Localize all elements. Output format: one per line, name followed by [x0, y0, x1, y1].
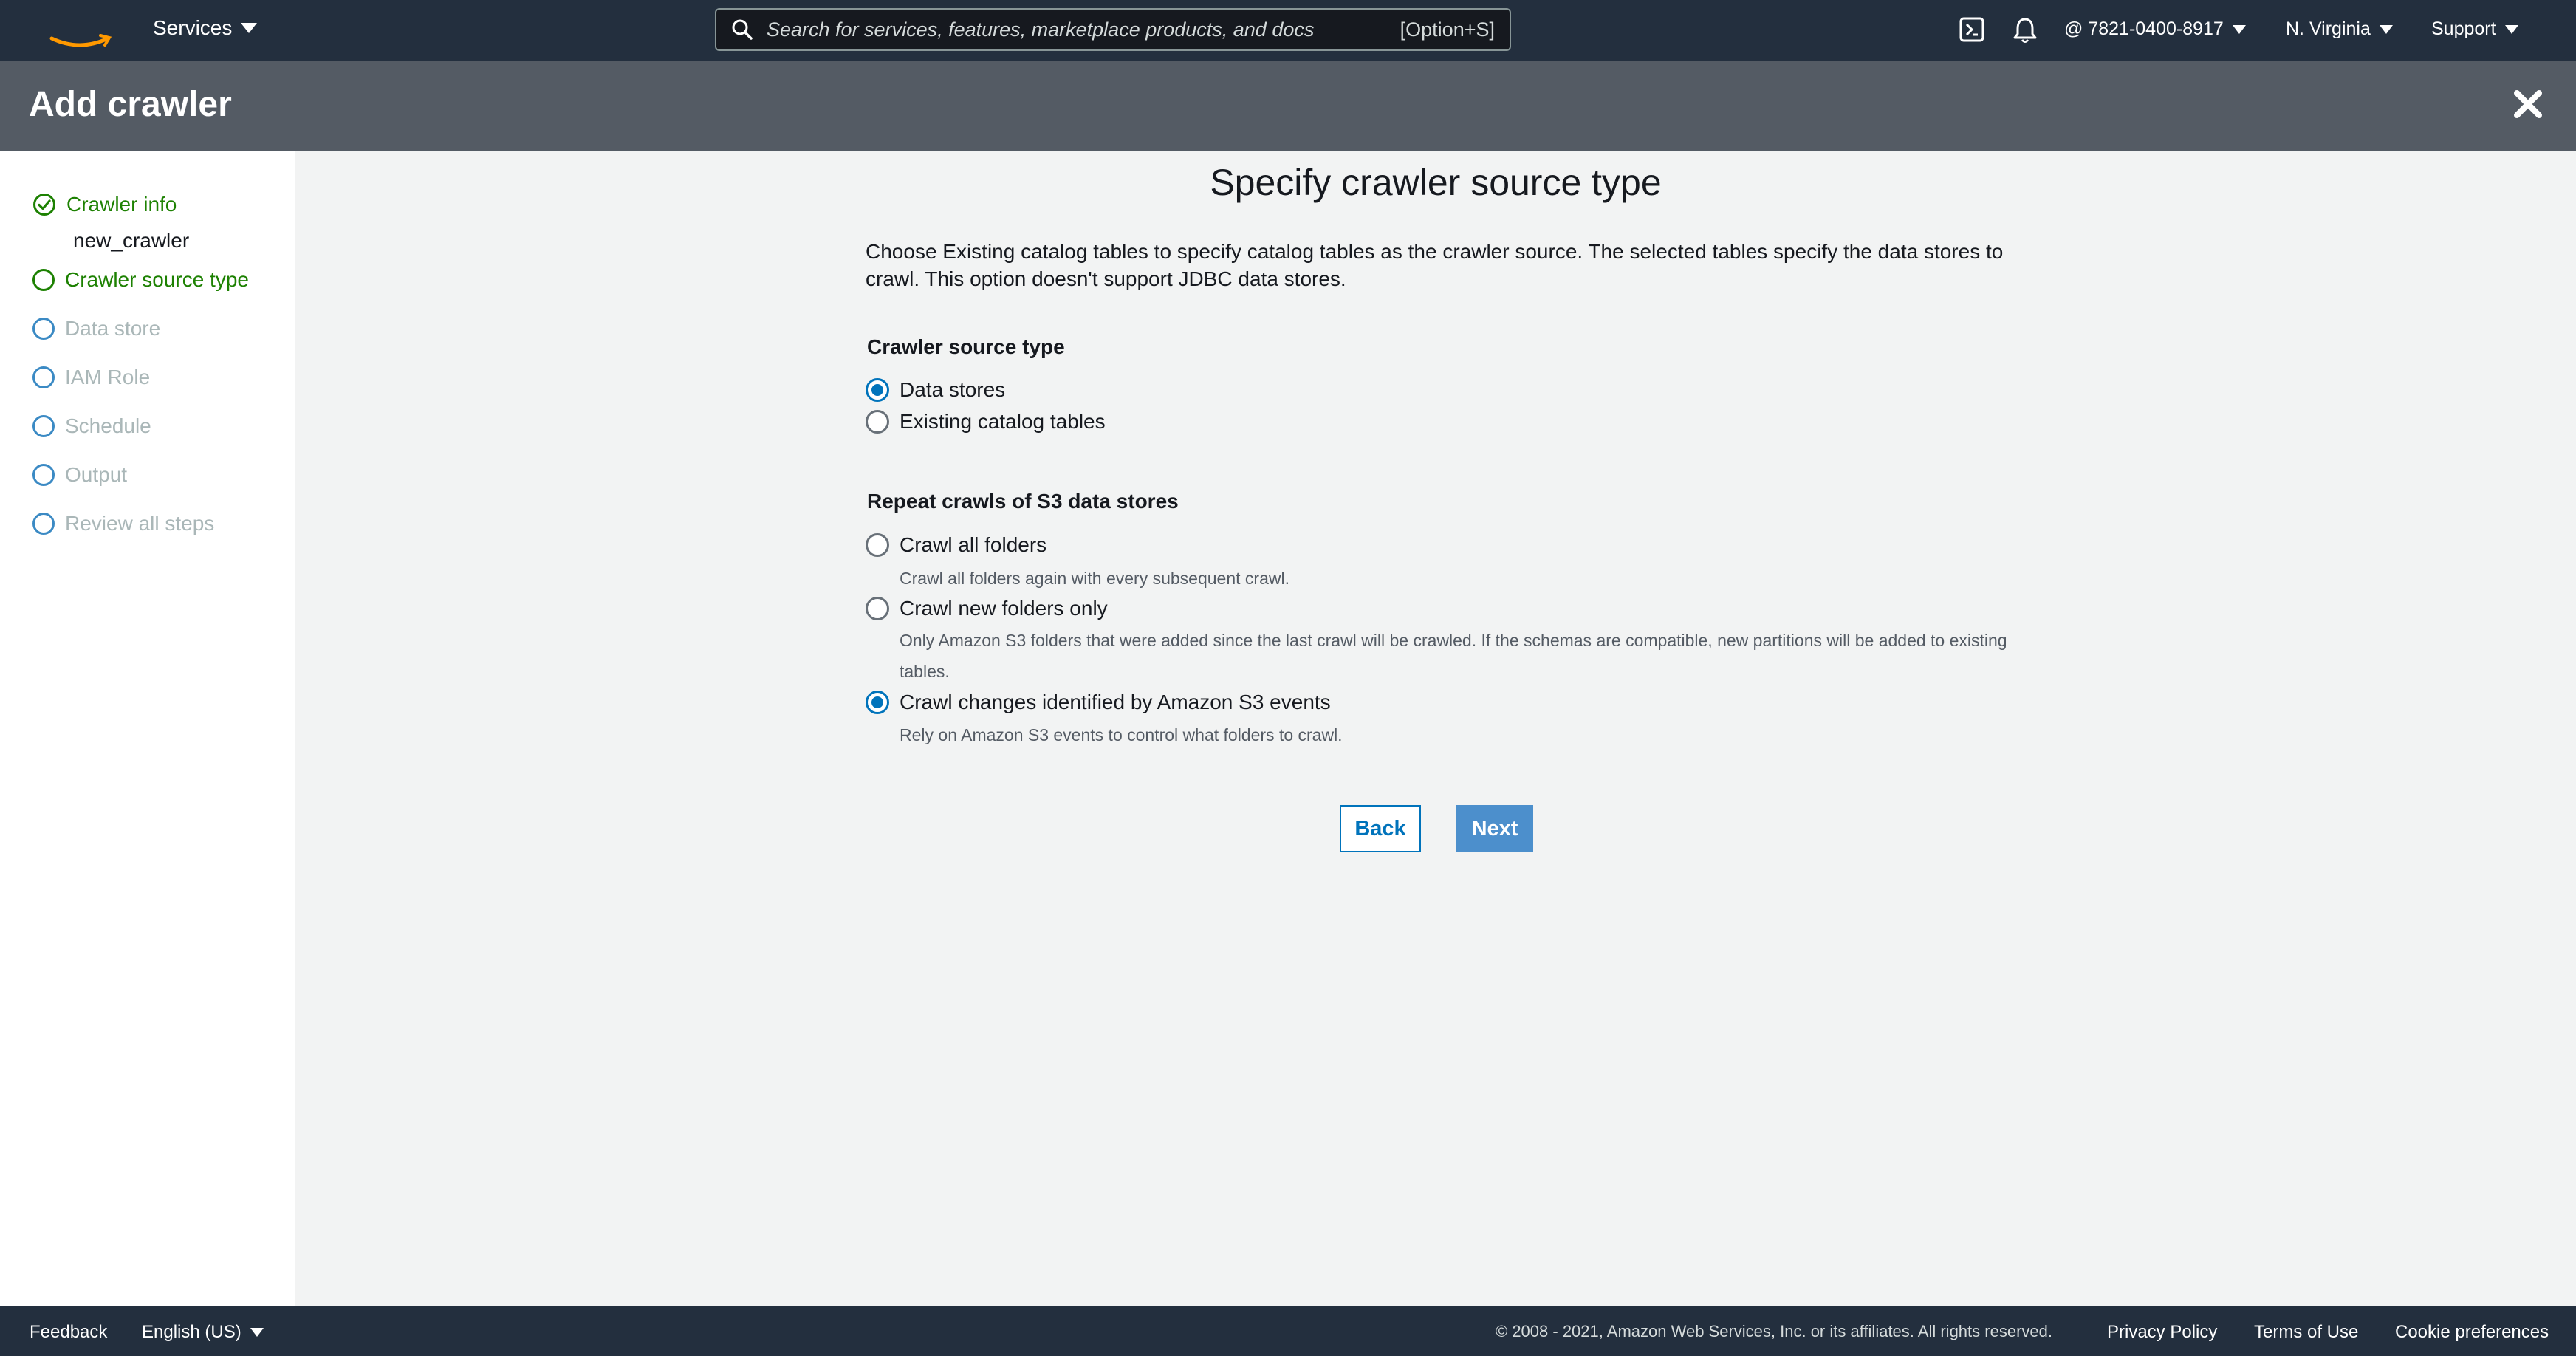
step-crawler-source-type[interactable]: Crawler source type [32, 268, 249, 292]
section-description: Choose Existing catalog tables to specif… [866, 240, 2004, 290]
step-label: Review all steps [65, 512, 215, 535]
step-circle-icon [32, 269, 55, 291]
radio-crawl-changes-s3-events[interactable]: Crawl changes identified by Amazon S3 ev… [866, 691, 1331, 714]
caret-down-icon [2379, 24, 2393, 34]
back-button[interactable]: Back [1340, 805, 1421, 852]
cookie-preferences-link[interactable]: Cookie preferences [2395, 1322, 2549, 1343]
step-iam-role[interactable]: IAM Role [32, 366, 150, 389]
terms-of-use-link[interactable]: Terms of Use [2254, 1322, 2358, 1343]
region-label: N. Virginia [2286, 18, 2371, 39]
bell-icon[interactable] [2012, 16, 2038, 44]
step-label: Output [65, 463, 128, 486]
section-title: Specify crawler source type [1210, 162, 1662, 203]
page-title: Add crawler [29, 85, 232, 124]
step-data-store[interactable]: Data store [32, 317, 160, 340]
step-output[interactable]: Output [32, 463, 127, 487]
step-schedule[interactable]: Schedule [32, 414, 151, 438]
radio-label: Crawl changes identified by Amazon S3 ev… [900, 691, 1331, 713]
feedback-link[interactable]: Feedback [30, 1322, 107, 1343]
step-label: IAM Role [65, 366, 151, 388]
radio-button[interactable] [866, 597, 889, 620]
radio-button-checked[interactable] [866, 691, 889, 714]
step-circle-icon [32, 464, 55, 486]
radio-label: Crawl new folders only [900, 597, 1108, 620]
top-navigation: Services [Option+S] @ 7821-0400-8917 N. … [0, 0, 2576, 61]
radio-label: Existing catalog tables [900, 410, 1106, 433]
caret-down-icon [250, 1328, 264, 1337]
language-selector[interactable]: English (US) [142, 1322, 264, 1343]
step-review-all-steps[interactable]: Review all steps [32, 512, 214, 535]
caret-down-icon [2232, 24, 2246, 34]
radio-button[interactable] [866, 410, 889, 434]
language-label: English (US) [142, 1322, 242, 1342]
help-text: Rely on Amazon S3 events to control what… [900, 725, 1343, 744]
repeat-crawls-label: Repeat crawls of S3 data stores [867, 490, 1179, 513]
caret-down-icon [2504, 24, 2518, 34]
help-text: Crawl all folders again with every subse… [900, 569, 1289, 588]
account-menu[interactable]: @ 7821-0400-8917 [2064, 18, 2246, 40]
search-box[interactable]: [Option+S] [715, 8, 1511, 51]
radio-button[interactable] [866, 533, 889, 557]
privacy-policy-link[interactable]: Privacy Policy [2107, 1322, 2217, 1343]
step-circle-icon [32, 415, 55, 437]
crawler-name-value: new_crawler [73, 229, 190, 252]
search-input[interactable] [753, 17, 1400, 42]
support-label: Support [2431, 18, 2496, 39]
region-menu[interactable]: N. Virginia [2286, 18, 2393, 40]
radio-data-stores[interactable]: Data stores [866, 378, 1005, 402]
wizard-steps-sidebar: Crawler info new_crawler Crawler source … [0, 151, 295, 1306]
account-id: @ 7821-0400-8917 [2064, 18, 2224, 39]
search-icon [732, 19, 753, 40]
radio-button-checked[interactable] [866, 378, 889, 402]
page-header: Add crawler [0, 61, 2576, 151]
step-circle-icon [32, 513, 55, 535]
radio-label: Data stores [900, 378, 1006, 401]
search-shortcut-hint: [Option+S] [1400, 18, 1495, 41]
radio-crawl-all-folders[interactable]: Crawl all folders [866, 533, 1046, 557]
crawler-source-type-label: Crawler source type [867, 335, 1065, 358]
support-menu[interactable]: Support [2431, 18, 2518, 40]
footer: Feedback English (US) © 2008 - 2021, Ama… [0, 1306, 2576, 1356]
copyright-text: © 2008 - 2021, Amazon Web Services, Inc.… [1496, 1322, 2052, 1340]
services-menu[interactable]: Services [153, 16, 258, 40]
step-label: Schedule [65, 414, 151, 437]
services-label: Services [153, 16, 233, 39]
next-button[interactable]: Next [1456, 805, 1533, 852]
help-text: Only Amazon S3 folders that were added s… [900, 631, 2007, 681]
close-icon[interactable] [2511, 87, 2545, 121]
caret-down-icon [241, 23, 258, 33]
radio-crawl-new-folders-only[interactable]: Crawl new folders only [866, 597, 1108, 620]
step-label: Crawler source type [65, 268, 249, 291]
cloudshell-icon[interactable] [1959, 16, 1985, 43]
step-circle-icon [32, 318, 55, 340]
step-label: Data store [65, 317, 161, 340]
aws-logo-icon[interactable] [46, 7, 114, 52]
step-circle-icon [32, 366, 55, 388]
radio-existing-catalog-tables[interactable]: Existing catalog tables [866, 410, 1106, 434]
radio-label: Crawl all folders [900, 533, 1047, 556]
